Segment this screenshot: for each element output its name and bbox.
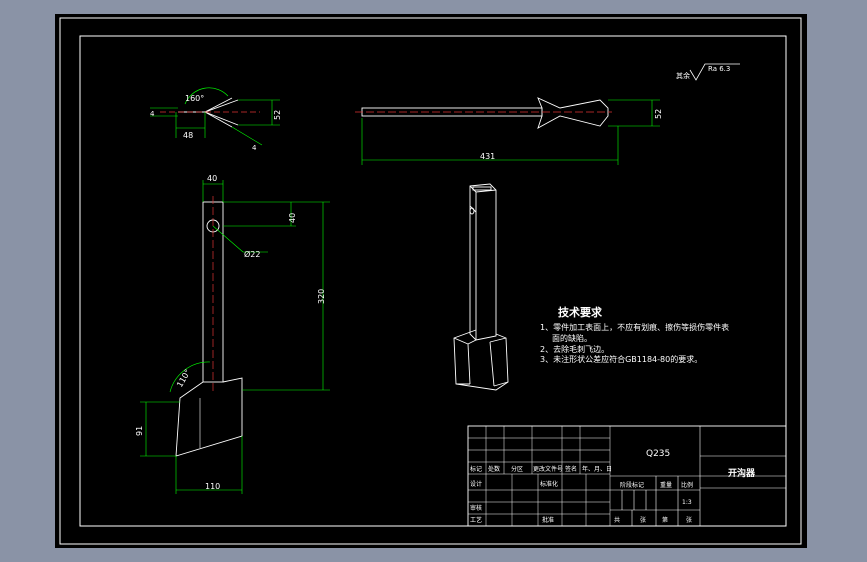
designer-label: 设计 (470, 480, 482, 488)
dim-blade-thickness: 4 (252, 144, 257, 152)
dim-52-right: 52 (654, 109, 663, 119)
sheet-label-unit2: 张 (686, 516, 692, 524)
row-label-sign: 签名 (565, 465, 577, 473)
row-label-count: 处数 (488, 465, 500, 473)
dim-110-width: 110 (205, 482, 220, 491)
dim-91: 91 (135, 426, 144, 436)
sheet-label-unit1: 张 (640, 516, 646, 524)
dim-40-top: 40 (207, 174, 217, 183)
stage-mark-label: 阶段标记 (620, 481, 644, 489)
sheet-label-num: 第 (662, 516, 668, 524)
dim-320: 320 (317, 289, 326, 304)
process-label: 工艺 (470, 516, 482, 524)
dim-40-hole: 40 (288, 213, 297, 223)
standardization-label: 标准化 (540, 480, 558, 488)
tech-req-title: 技术要求 (558, 305, 603, 319)
tech-req-item-2: 2、去除毛刺飞边。 (540, 344, 609, 354)
drawing-sheet (55, 14, 807, 548)
tech-req-item-3: 3、未注形状公差应符合GB1184-80的要求。 (540, 354, 702, 364)
review-label: 审核 (470, 504, 482, 512)
tech-req-item-1b: 面的缺陷。 (552, 333, 592, 343)
dim-48: 48 (183, 131, 193, 140)
approve-label: 批准 (542, 516, 554, 524)
roughness-value: Ra 6.3 (708, 65, 730, 73)
row-label-date: 年、月、日 (582, 465, 612, 473)
row-label-mark: 标记 (470, 465, 482, 473)
scale-value: 1:3 (682, 499, 692, 506)
dim-hole-diameter: Ø22 (244, 249, 260, 259)
row-label-doc: 更改文件号 (533, 465, 563, 473)
dim-left-thickness: 4 (150, 110, 155, 118)
row-label-zone: 分区 (511, 465, 523, 473)
dim-52-left: 52 (273, 110, 282, 120)
scale-label: 比例 (681, 481, 693, 489)
weight-label: 重量 (660, 481, 672, 489)
tech-req-item-1: 1、零件加工表面上，不应有划痕、擦伤等损伤零件表 (540, 322, 729, 332)
sheet-label-total: 共 (614, 516, 620, 524)
dim-431: 431 (480, 152, 495, 161)
cad-drawing: 其余 Ra 6.3 160° 4 48 52 4 52 431 40 40 Ø2… (55, 14, 807, 548)
material-label: Q235 (646, 449, 670, 459)
part-name: 开沟器 (728, 467, 756, 479)
angle-160-label: 160° (185, 94, 204, 103)
roughness-prefix: 其余 (676, 71, 690, 80)
